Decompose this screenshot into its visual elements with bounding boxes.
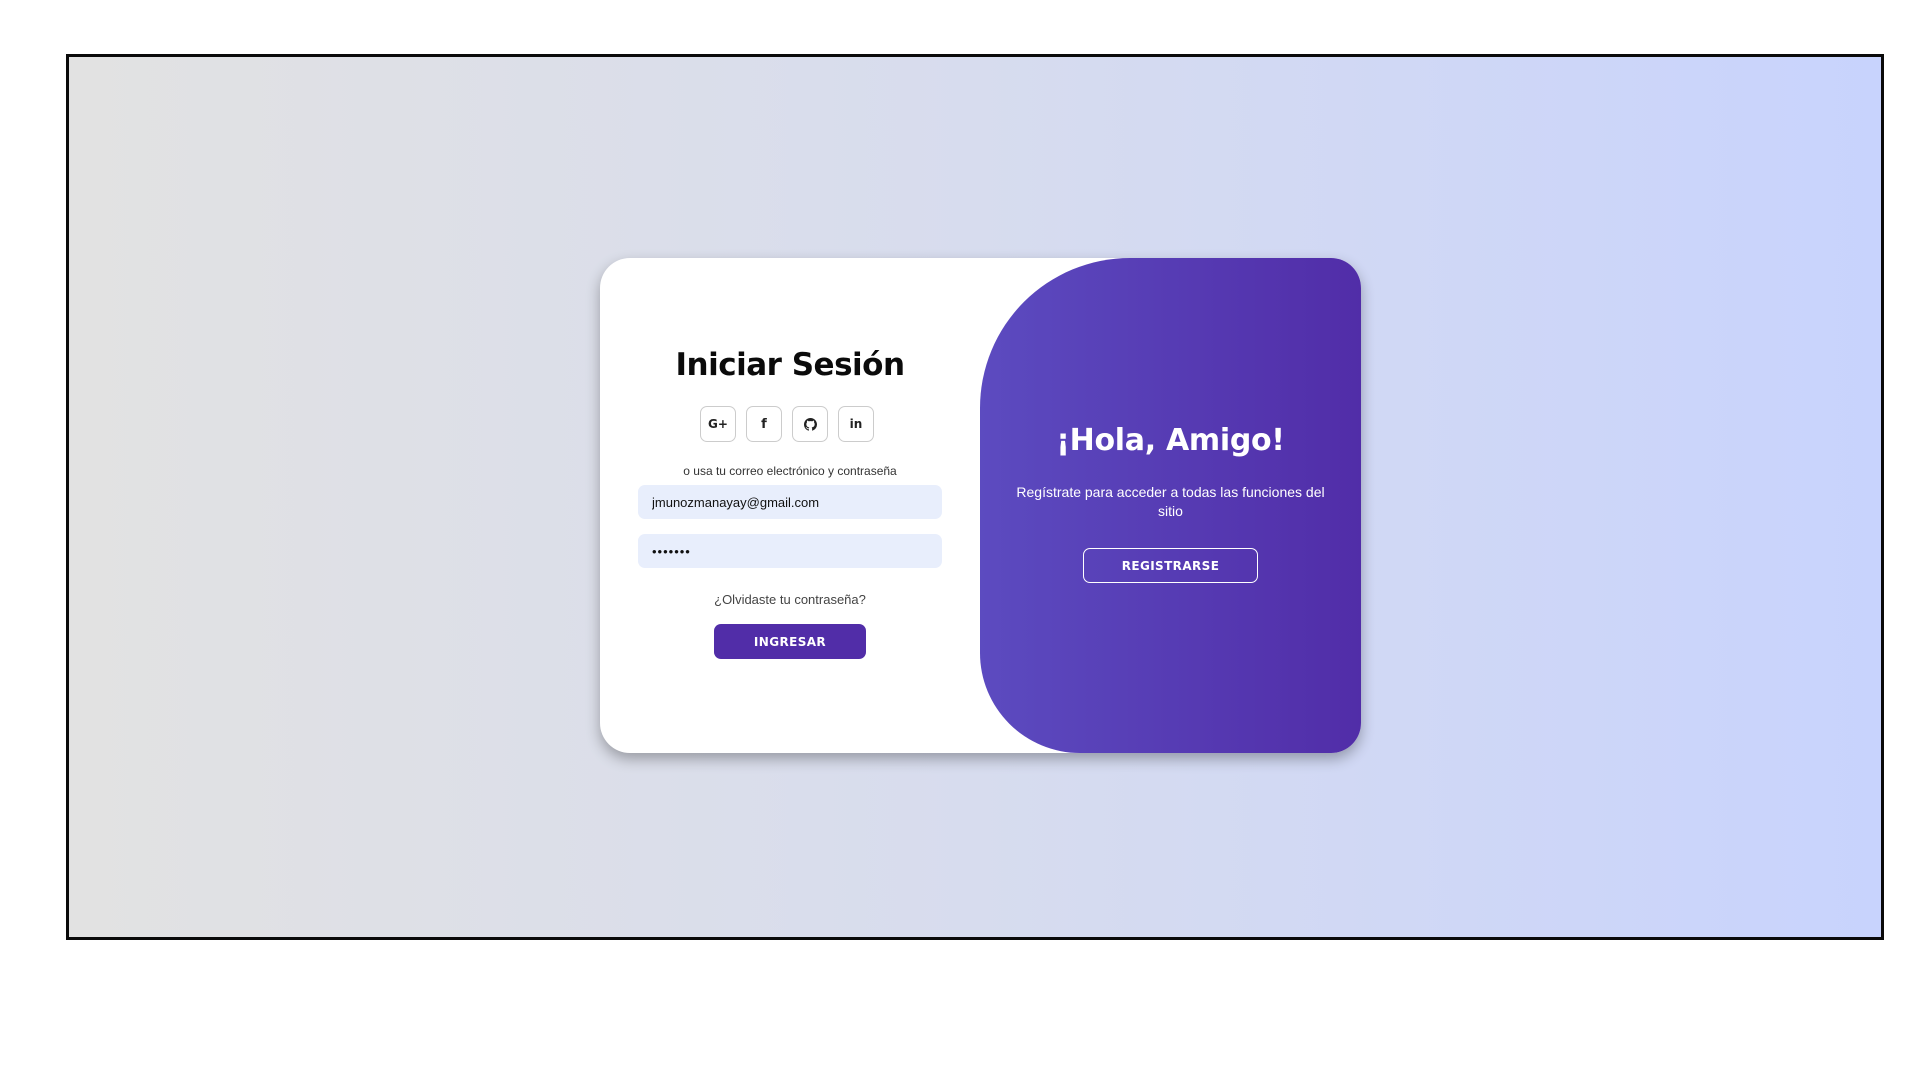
linkedin-button[interactable]: in bbox=[838, 406, 874, 442]
forgot-password-link[interactable]: ¿Olvidaste tu contraseña? bbox=[600, 592, 980, 607]
google-plus-icon: G+ bbox=[708, 417, 728, 431]
github-button[interactable] bbox=[792, 406, 828, 442]
password-field[interactable] bbox=[638, 534, 942, 568]
social-login-group: G+ f in bbox=[700, 406, 880, 444]
register-button[interactable]: REGISTRARSE bbox=[1083, 548, 1258, 583]
panel-title: ¡Hola, Amigo! bbox=[1056, 423, 1285, 458]
app-frame: Iniciar Sesión G+ f in o usa tu correo e… bbox=[66, 54, 1884, 940]
github-icon bbox=[803, 417, 817, 431]
google-plus-button[interactable]: G+ bbox=[700, 406, 736, 442]
login-card: Iniciar Sesión G+ f in o usa tu correo e… bbox=[600, 258, 1361, 753]
facebook-icon: f bbox=[761, 416, 767, 432]
login-button[interactable]: INGRESAR bbox=[714, 624, 866, 659]
email-field[interactable] bbox=[638, 485, 942, 519]
sign-in-form: Iniciar Sesión G+ f in o usa tu correo e… bbox=[600, 258, 980, 753]
alt-login-hint: o usa tu correo electrónico y contraseña bbox=[683, 464, 897, 478]
register-panel: ¡Hola, Amigo! Regístrate para acceder a … bbox=[980, 258, 1361, 753]
linkedin-icon: in bbox=[849, 417, 863, 431]
page-title: Iniciar Sesión bbox=[675, 347, 905, 383]
facebook-button[interactable]: f bbox=[746, 406, 782, 442]
panel-description: Regístrate para acceder a todas las func… bbox=[1016, 484, 1325, 519]
